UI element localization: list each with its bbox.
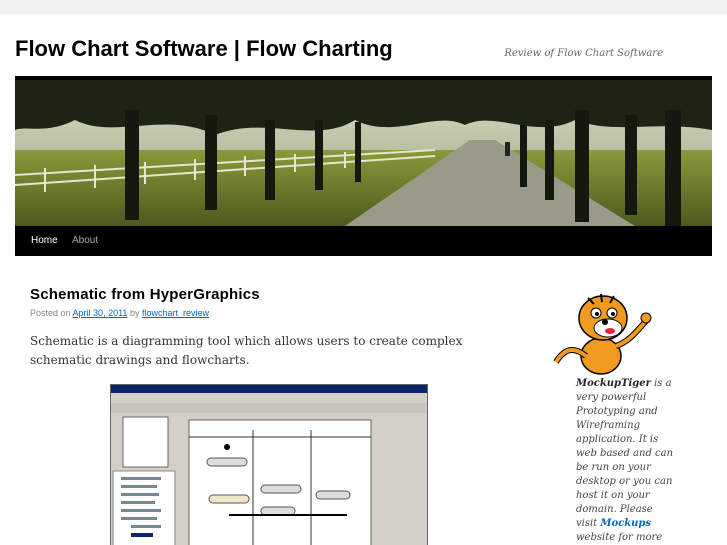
main-navigation: Home About: [15, 226, 712, 256]
post-meta: Posted on April 30, 2011 by flowchart_re…: [30, 308, 209, 318]
site-title[interactable]: Flow Chart Software | Flow Charting: [15, 36, 393, 62]
page-wrapper: Flow Chart Software | Flow Charting Revi…: [0, 14, 727, 545]
nav-item-about[interactable]: About: [64, 226, 106, 256]
post-meta-by: by: [129, 308, 140, 318]
sidebar-mockups-link[interactable]: Mockups: [600, 518, 651, 529]
post-date-link[interactable]: April 30, 2011: [73, 308, 128, 318]
post-meta-prefix: Posted on: [30, 308, 71, 318]
mockuptiger-mascot-image[interactable]: [546, 286, 656, 376]
sidebar-text-1: is a very powerful Prototyping and Wiref…: [576, 378, 674, 529]
sidebar-text-2: website for more details: [576, 532, 663, 543]
sidebar-promo-text: MockupTiger is a very powerful Prototypi…: [576, 377, 676, 545]
header-banner-image: [15, 80, 712, 226]
post-title[interactable]: Schematic from HyperGraphics: [30, 286, 260, 303]
sidebar-brand: MockupTiger: [576, 378, 651, 389]
post-body: Schematic is a diagramming tool which al…: [30, 334, 463, 367]
post-screenshot-image: [110, 384, 428, 545]
nav-item-home[interactable]: Home: [23, 226, 66, 256]
site-description: Review of Flow Chart Software: [504, 48, 663, 59]
post-author-link[interactable]: flowchart_review: [142, 308, 209, 318]
